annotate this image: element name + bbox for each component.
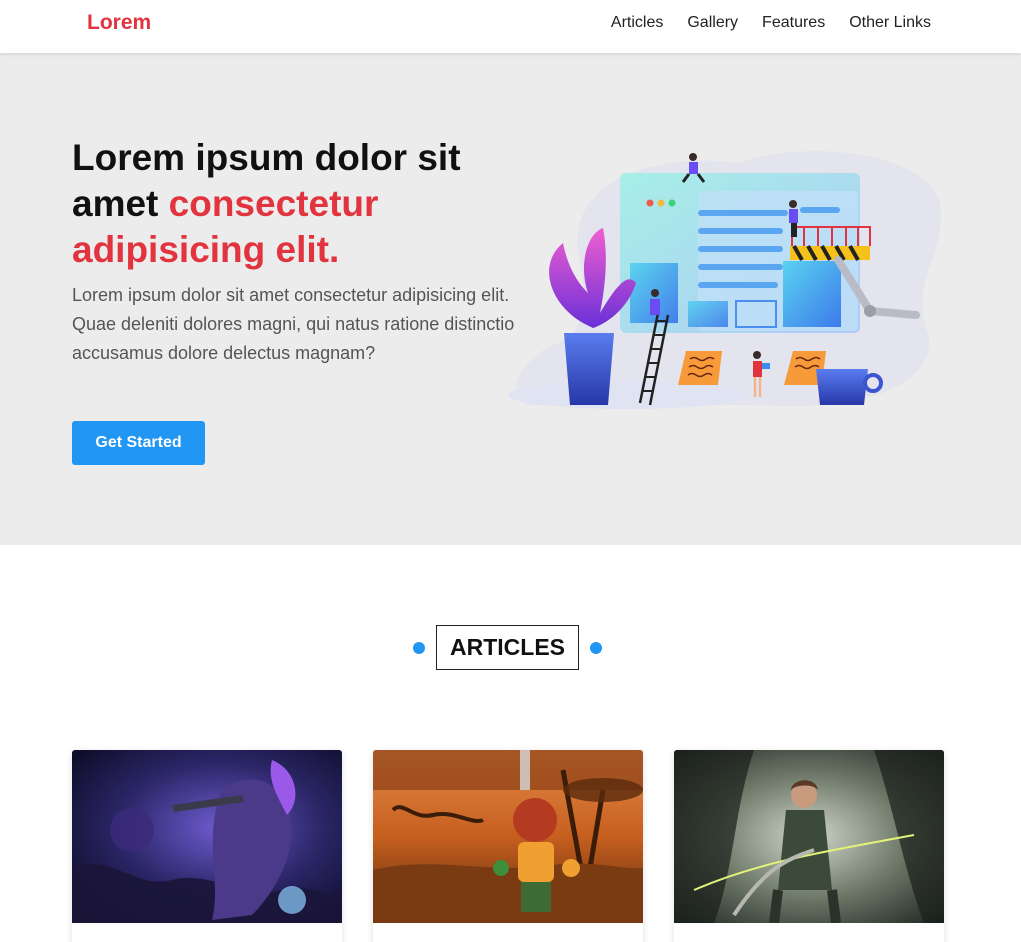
get-started-button[interactable]: Get Started <box>72 421 205 465</box>
articles-section-heading: ARTICLES <box>0 625 1021 670</box>
hero-description: Lorem ipsum dolor sit amet consectetur a… <box>72 285 515 363</box>
nav-link-gallery[interactable]: Gallery <box>687 14 738 32</box>
logo[interactable]: Lorem <box>87 11 151 35</box>
main-nav: Articles Gallery Features Other Links <box>611 14 931 32</box>
hero-illustration <box>508 151 942 409</box>
hero-title: Lorem ipsum dolor sit amet consectetur a… <box>72 135 492 273</box>
article-thumbnail <box>72 750 342 923</box>
hero-section: Lorem ipsum dolor sit amet consectetur a… <box>0 53 1021 545</box>
nav-link-features[interactable]: Features <box>762 14 825 32</box>
article-thumbnail <box>373 750 643 923</box>
article-card[interactable] <box>373 750 643 942</box>
articles-heading: ARTICLES <box>436 625 579 670</box>
article-card[interactable] <box>72 750 342 942</box>
heading-dot-right <box>590 642 602 654</box>
nav-link-other-links[interactable]: Other Links <box>849 14 931 32</box>
nav-link-articles[interactable]: Articles <box>611 14 663 32</box>
article-card[interactable] <box>674 750 944 942</box>
article-thumbnail <box>674 750 944 923</box>
heading-dot-left <box>413 642 425 654</box>
site-header: Lorem Articles Gallery Features Other Li… <box>0 0 1021 53</box>
